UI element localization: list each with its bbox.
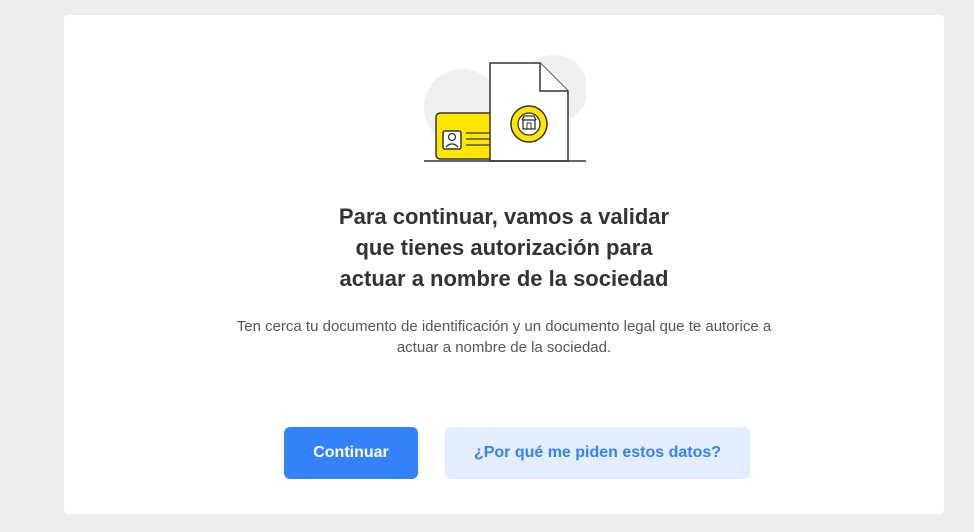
instructions-text: Ten cerca tu documento de identificación… (236, 318, 772, 356)
validation-card: Para continuar, vamos a validar que tien… (64, 15, 944, 514)
identity-document-icon (424, 55, 588, 162)
page-title: Para continuar, vamos a validar que tien… (64, 201, 944, 294)
title-line: actuar a nombre de la sociedad (339, 266, 669, 291)
continue-button[interactable]: Continuar (284, 427, 418, 479)
store-seal-icon (510, 105, 548, 143)
title-line: Para continuar, vamos a validar (338, 204, 670, 229)
identity-document-illustration (424, 49, 588, 165)
title-line: que tienes autorización para (355, 235, 653, 260)
why-data-button[interactable]: ¿Por qué me piden estos datos? (445, 427, 750, 479)
